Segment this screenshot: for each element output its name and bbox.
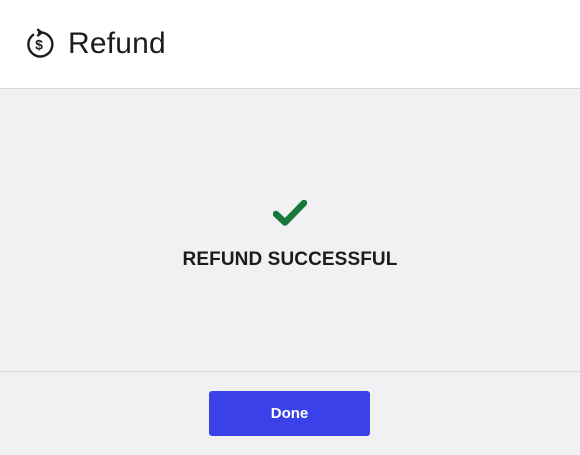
done-button[interactable]: Done	[209, 391, 370, 436]
dialog-body: REFUND SUCCESSFUL	[0, 90, 580, 371]
dialog-title: Refund	[68, 27, 166, 60]
checkmark-icon	[272, 199, 308, 227]
svg-text:$: $	[35, 37, 43, 53]
status-message: REFUND SUCCESSFUL	[182, 249, 398, 270]
refund-dialog: $ Refund REFUND SUCCESSFUL Done	[0, 0, 580, 455]
refund-dollar-icon: $	[23, 28, 55, 60]
dialog-footer: Done	[0, 371, 580, 455]
dialog-header: $ Refund	[0, 0, 580, 89]
